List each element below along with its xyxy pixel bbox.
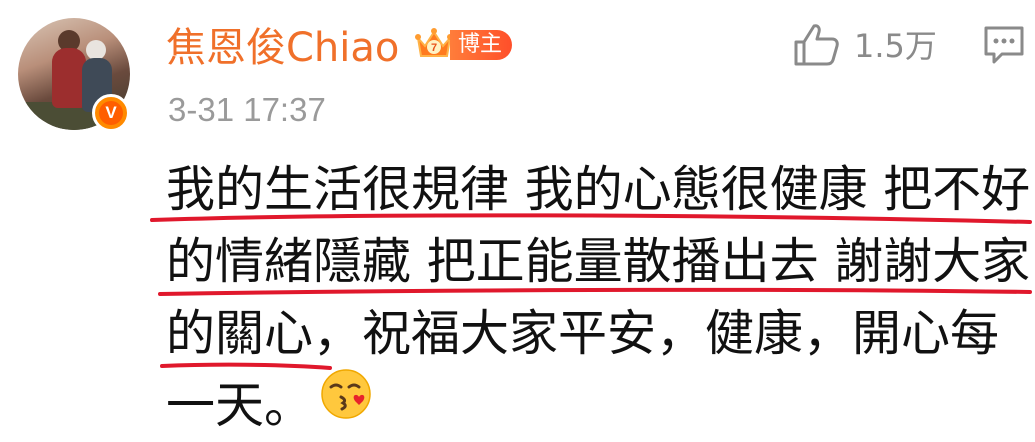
username[interactable]: 焦恩俊Chiao	[166, 24, 399, 72]
badge-level: 7	[431, 42, 437, 54]
verified-mark: V	[99, 101, 123, 125]
kiss-face-emoji	[319, 367, 373, 441]
comment-button[interactable]	[982, 24, 1026, 70]
verified-v-icon: V	[92, 94, 130, 132]
content-line-last: 一天。	[166, 367, 1026, 442]
content-line: 的關心，祝福大家平安，健康，開心每	[166, 305, 1000, 362]
crown-icon: 7	[415, 28, 453, 57]
thumbs-up-icon	[794, 24, 839, 66]
blogger-badge[interactable]: 7 博主	[414, 26, 513, 64]
badge-label: 博主	[450, 30, 513, 60]
content-line: 的情緒隱藏 把正能量散播出去 謝謝大家	[166, 233, 1031, 290]
like-count: 1.5万	[854, 27, 937, 65]
post-timestamp: 3-31 17:37	[168, 91, 326, 128]
content-line: 我的生活很規律 我的心態很健康 把不好	[166, 161, 1031, 218]
post-content: 我的生活很規律 我的心態很健康 把不好 的情緒隱藏 把正能量散播出去 謝謝大家 …	[166, 154, 1031, 442]
comment-icon	[984, 26, 1024, 64]
like-button[interactable]: 1.5万	[792, 22, 937, 66]
content-line-text: 一天。	[166, 377, 314, 434]
